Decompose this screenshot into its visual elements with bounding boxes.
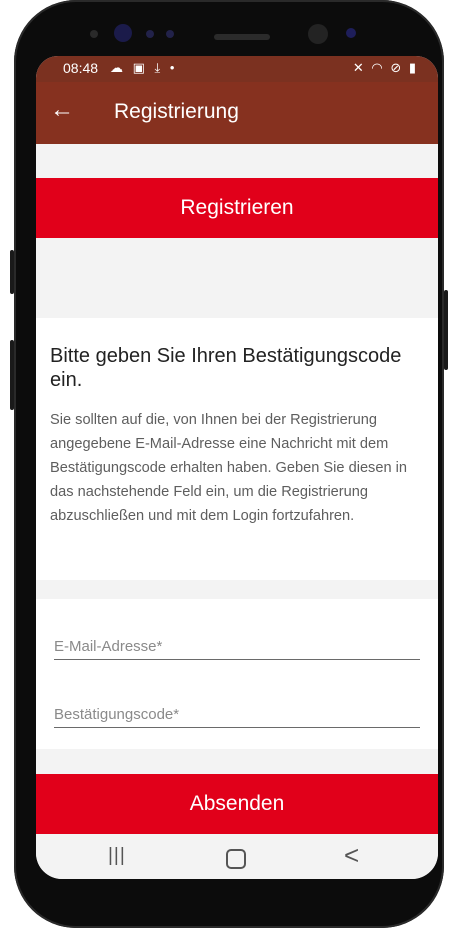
earpiece-speaker — [214, 34, 270, 40]
front-camera-icon — [114, 24, 132, 42]
sensor-icon — [146, 30, 154, 38]
info-card: Bitte geben Sie Ihren Bestätigungscode e… — [36, 318, 438, 580]
volume-button — [10, 250, 14, 294]
page-title: Registrierung — [114, 100, 239, 123]
recent-apps-icon[interactable]: ||| — [108, 845, 126, 867]
back-icon[interactable]: < — [344, 840, 359, 871]
status-bar: 08:48 ☁ ▣ ⤓ • ✕ ◠ ⊘ ▮ — [36, 56, 438, 82]
system-nav-bar: ||| < — [36, 836, 438, 879]
register-button[interactable]: Registrieren — [36, 178, 438, 238]
email-field[interactable]: E-Mail-Adresse* — [54, 631, 420, 660]
iris-sensor-icon — [308, 24, 328, 44]
back-arrow-icon[interactable]: ← — [50, 96, 74, 124]
confirmation-code-field[interactable]: Bestätigungscode* — [54, 699, 420, 728]
screen: 08:48 ☁ ▣ ⤓ • ✕ ◠ ⊘ ▮ ← Registrierung Re… — [36, 56, 438, 879]
submit-button[interactable]: Absenden — [36, 774, 438, 834]
code-placeholder: Bestätigungscode* — [54, 706, 180, 723]
email-placeholder: E-Mail-Adresse* — [54, 638, 163, 655]
info-headline: Bitte geben Sie Ihren Bestätigungscode e… — [50, 345, 402, 391]
form-card: E-Mail-Adresse* Bestätigungscode* — [36, 599, 438, 749]
power-button — [444, 290, 448, 370]
info-text: Sie sollten auf die, von Ihnen bei der R… — [50, 412, 407, 524]
home-icon[interactable] — [226, 849, 246, 869]
system-status-icons: ✕ ◠ ⊘ ▮ — [352, 60, 418, 75]
sensor-icon — [90, 30, 98, 38]
iris-led-icon — [346, 28, 356, 38]
bixby-button — [10, 340, 14, 410]
app-bar: ← Registrierung — [36, 82, 438, 144]
top-bezel — [14, 0, 444, 58]
notification-icons: ☁ ▣ ⤓ • — [110, 60, 178, 75]
sensor-icon — [166, 30, 174, 38]
status-time: 08:48 — [63, 60, 99, 76]
